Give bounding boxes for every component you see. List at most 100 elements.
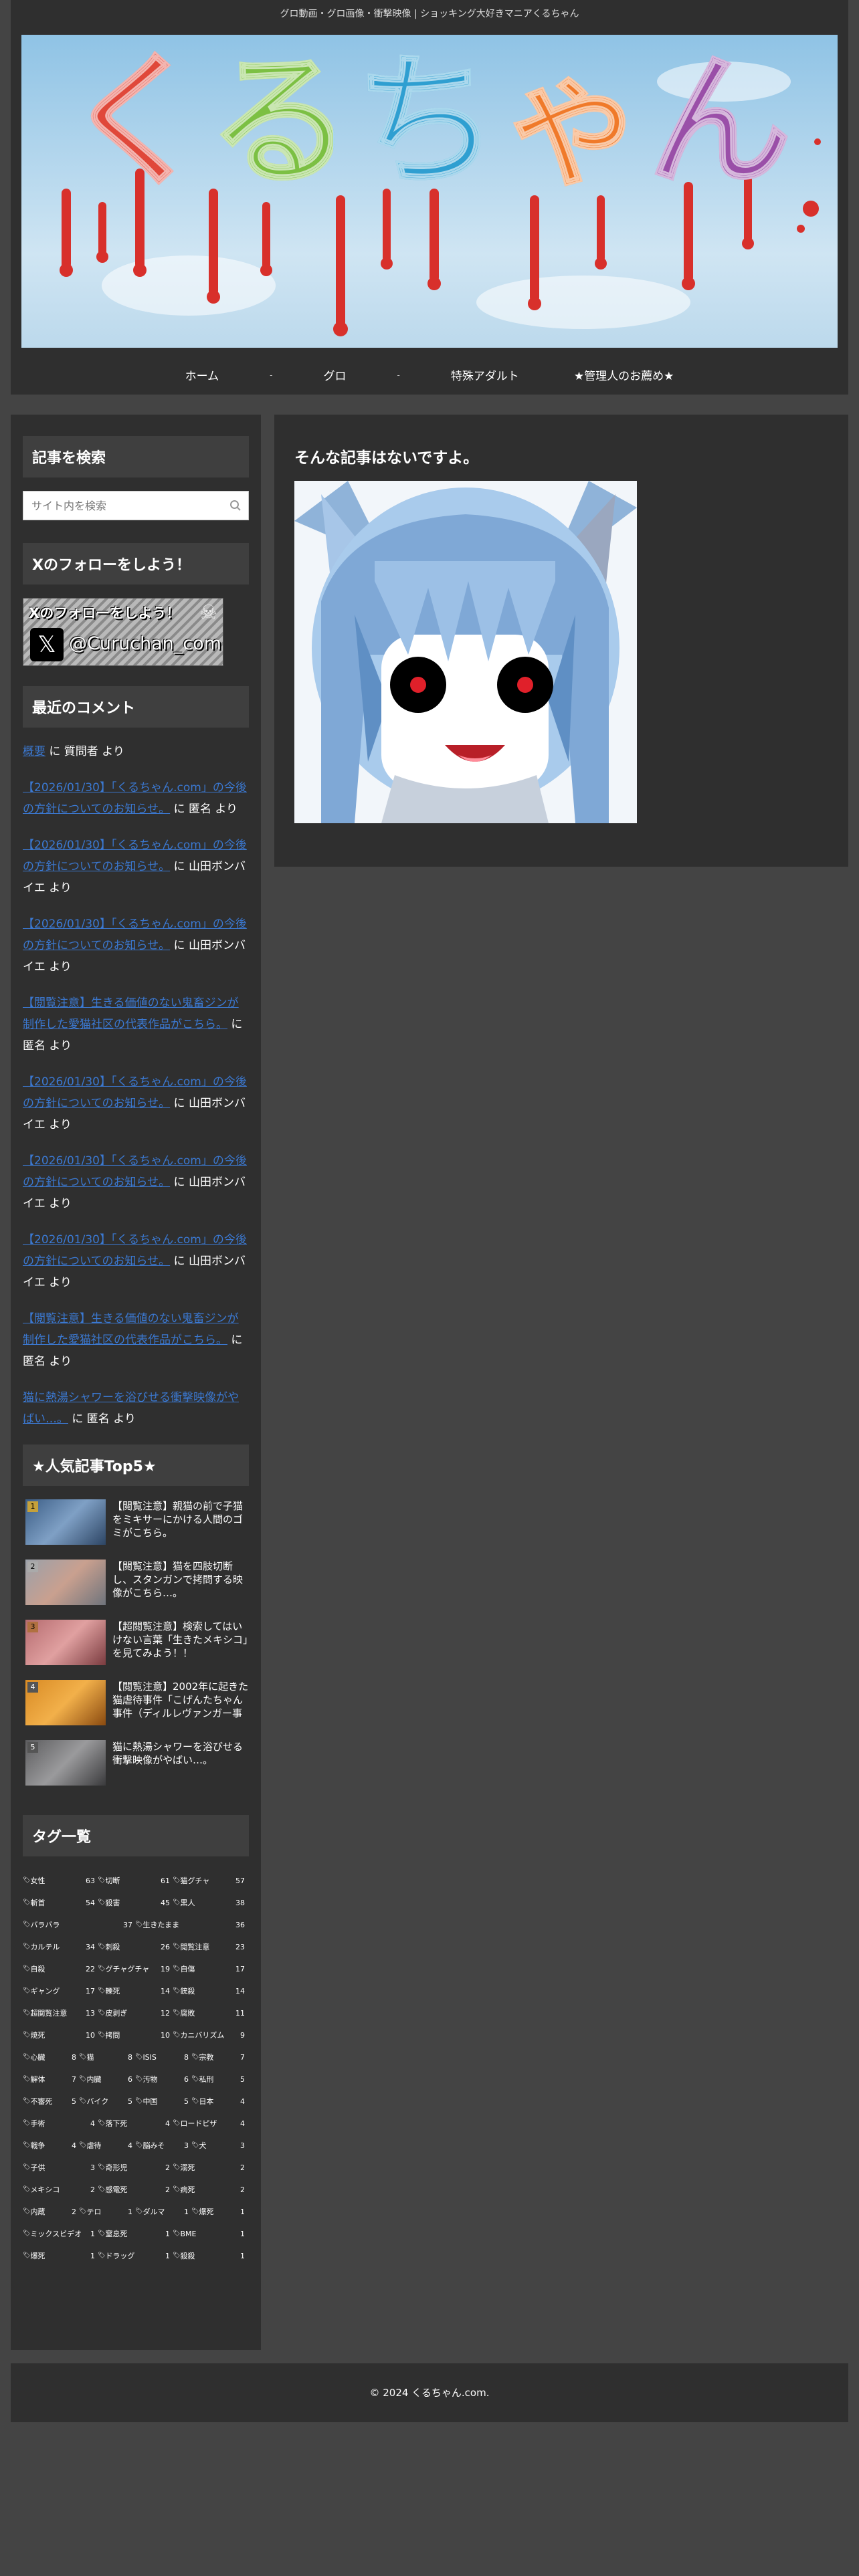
tag-link[interactable]: 🏷 バラバラ 37 xyxy=(23,1914,135,1936)
popular-thumb[interactable]: 4 xyxy=(25,1680,106,1725)
tag-link[interactable]: 🏷 殺害 45 xyxy=(98,1892,173,1914)
tag-link[interactable]: 🏷 汚物 6 xyxy=(135,2068,191,2090)
tag-link[interactable]: 🏷 ISIS 8 xyxy=(135,2046,191,2068)
tag-link[interactable]: 🏷 焼死 10 xyxy=(23,2024,98,2046)
popular-title[interactable]: 【閲覧注意】2002年に起きた猫虐待事件「こげんたちゃん事件（ディルレヴァンガー… xyxy=(112,1680,249,1721)
tag-link[interactable]: 🏷 内臓 6 xyxy=(79,2068,135,2090)
tag-link[interactable]: 🏷 自殺 22 xyxy=(23,1958,98,1980)
nav-item-special-adult[interactable]: 特殊アダルト xyxy=(447,366,523,383)
tag-link[interactable]: 🏷 虐待 4 xyxy=(79,2135,135,2157)
tag-link[interactable]: 🏷 奇形児 2 xyxy=(98,2157,173,2179)
search-input[interactable] xyxy=(23,492,248,520)
tag-name: ギャング xyxy=(30,1987,60,1996)
popular-item[interactable]: 2 【閲覧注意】猫を四肢切断し、スタンガンで拷問する映像がこちら…。 xyxy=(25,1560,249,1612)
tag-link[interactable]: 🏷 テロ 1 xyxy=(79,2201,135,2223)
tag-count: 7 xyxy=(72,2075,76,2084)
tag-link[interactable]: 🏷 皮剥ぎ 12 xyxy=(98,2002,173,2024)
tag-link[interactable]: 🏷 超閲覧注意 13 xyxy=(23,2002,98,2024)
tag-count: 23 xyxy=(235,1943,245,1951)
popular-item[interactable]: 4 【閲覧注意】2002年に起きた猫虐待事件「こげんたちゃん事件（ディルレヴァンガ… xyxy=(25,1680,249,1732)
x-follow-banner[interactable]: Xのフォローをしよう！ ☠ 𝕏 @Curuchan_com xyxy=(23,598,223,666)
tag-link[interactable]: 🏷 バイク 5 xyxy=(79,2090,135,2113)
popular-item[interactable]: 5 猫に熱湯シャワーを浴びせる衝撃映像がやばい…。 xyxy=(25,1740,249,1792)
nav-item-guro[interactable]: グロ xyxy=(320,366,351,383)
popular-thumb[interactable]: 1 xyxy=(25,1499,106,1545)
popular-title[interactable]: 【超閲覧注意】検索してはいけない言葉「生きたメキシコ」を見てみよう！！ xyxy=(112,1620,249,1661)
comment-post-link[interactable]: 【閲覧注意】生きる価値のない鬼畜ジンが制作した愛猫社区の代表作品がこちら。 xyxy=(23,1312,239,1347)
tag-link[interactable]: 🏷 脳みそ 3 xyxy=(135,2135,191,2157)
tag-link[interactable]: 🏷 犬 3 xyxy=(191,2135,248,2157)
tag-link[interactable]: 🏷 手術 4 xyxy=(23,2113,98,2135)
tag-link[interactable]: 🏷 子供 3 xyxy=(23,2157,98,2179)
tag-icon: 🏷 xyxy=(173,2230,181,2237)
search-icon[interactable] xyxy=(229,500,242,512)
tag-link[interactable]: 🏷 内蔵 2 xyxy=(23,2201,79,2223)
tag-link[interactable]: 🏷 斬首 54 xyxy=(23,1892,98,1914)
tag-link[interactable]: 🏷 ドラッグ 1 xyxy=(98,2245,173,2267)
tag-link[interactable]: 🏷 黒人 38 xyxy=(173,1892,248,1914)
tag-link[interactable]: 🏷 拷問 10 xyxy=(98,2024,173,2046)
tag-link[interactable]: 🏷 刺殺 26 xyxy=(98,1936,173,1958)
tag-link[interactable]: 🏷 切断 61 xyxy=(98,1870,173,1892)
tag-link[interactable]: 🏷 自傷 17 xyxy=(173,1958,248,1980)
popular-thumb[interactable]: 3 xyxy=(25,1620,106,1665)
popular-title[interactable]: 【閲覧注意】猫を四肢切断し、スタンガンで拷問する映像がこちら…。 xyxy=(112,1560,249,1601)
nav-item-home[interactable]: ホーム xyxy=(181,366,223,383)
tag-link[interactable]: 🏷 女性 63 xyxy=(23,1870,98,1892)
tag-link[interactable]: 🏷 グチャグチャ 19 xyxy=(98,1958,173,1980)
tag-name: 切断 xyxy=(105,1876,120,1885)
tag-link[interactable]: 🏷 戦争 4 xyxy=(23,2135,79,2157)
tag-link[interactable]: 🏷 解体 7 xyxy=(23,2068,79,2090)
tag-name: 皮剥ぎ xyxy=(105,2009,128,2018)
tag-link[interactable]: 🏷 カルテル 34 xyxy=(23,1936,98,1958)
nav-item-recommend[interactable]: ★管理人のお薦め★ xyxy=(570,366,678,383)
tag-link[interactable]: 🏷 BME 1 xyxy=(173,2223,248,2245)
tag-link[interactable]: 🏷 病死 2 xyxy=(173,2179,248,2201)
tag-link[interactable]: 🏷 中国 5 xyxy=(135,2090,191,2113)
tag-link[interactable]: 🏷 ギャング 17 xyxy=(23,1980,98,2002)
tag-link[interactable]: 🏷 溺死 2 xyxy=(173,2157,248,2179)
tag-link[interactable]: 🏷 心臓 8 xyxy=(23,2046,79,2068)
tag-name: 焼死 xyxy=(30,2031,45,2040)
popular-title[interactable]: 【閲覧注意】親猫の前で子猫をミキサーにかける人間のゴミがこちら。 xyxy=(112,1499,249,1541)
comment-post-link[interactable]: 概要 xyxy=(23,745,45,758)
tag-row: 🏷 不審死 5 🏷 バイク 5 🏷 中国 5 🏷 日本 4 xyxy=(23,2090,249,2113)
tag-link[interactable]: 🏷 ミックスビデオ 1 xyxy=(23,2223,98,2245)
tag-link[interactable]: 🏷 爆死 1 xyxy=(23,2245,98,2267)
tag-link[interactable]: 🏷 ロードピザ 4 xyxy=(173,2113,248,2135)
popular-thumb[interactable]: 5 xyxy=(25,1740,106,1786)
tag-link[interactable]: 🏷 不審死 5 xyxy=(23,2090,79,2113)
site-logo-text: くるちゃん xyxy=(28,40,831,203)
tag-link[interactable]: 🏷 腐敗 11 xyxy=(173,2002,248,2024)
tag-link[interactable]: 🏷 轢死 14 xyxy=(98,1980,173,2002)
tag-link[interactable]: 🏷 猫グチャ 57 xyxy=(173,1870,248,1892)
tag-link[interactable]: 🏷 宗教 7 xyxy=(191,2046,248,2068)
tag-icon: 🏷 xyxy=(23,2230,31,2237)
skull-icon: ☠ xyxy=(199,601,217,625)
tag-link[interactable]: 🏷 爆死 1 xyxy=(191,2201,248,2223)
tag-link[interactable]: 🏷 カニバリズム 9 xyxy=(173,2024,248,2046)
tag-link[interactable]: 🏷 生きたまま 36 xyxy=(135,1914,248,1936)
comment-post-link[interactable]: 【閲覧注意】生きる価値のない鬼畜ジンが制作した愛猫社区の代表作品がこちら。 xyxy=(23,996,239,1031)
tag-link[interactable]: 🏷 窒息死 1 xyxy=(98,2223,173,2245)
rank-badge: 5 xyxy=(27,1742,38,1753)
tag-link[interactable]: 🏷 ダルマ 1 xyxy=(135,2201,191,2223)
comment-item: 猫に熱湯シャワーを浴びせる衝撃映像がやばい…。 に 匿名 より xyxy=(23,1387,249,1430)
tag-link[interactable]: 🏷 日本 4 xyxy=(191,2090,248,2113)
popular-item[interactable]: 1 【閲覧注意】親猫の前で子猫をミキサーにかける人間のゴミがこちら。 xyxy=(25,1499,249,1551)
tag-count: 1 xyxy=(240,2252,245,2260)
tag-link[interactable]: 🏷 私刑 5 xyxy=(191,2068,248,2090)
tag-link[interactable]: 🏷 閲覧注意 23 xyxy=(173,1936,248,1958)
popular-item[interactable]: 3 【超閲覧注意】検索してはいけない言葉「生きたメキシコ」を見てみよう！！ xyxy=(25,1620,249,1672)
tag-link[interactable]: 🏷 殺殺 1 xyxy=(173,2245,248,2267)
popular-title[interactable]: 猫に熱湯シャワーを浴びせる衝撃映像がやばい…。 xyxy=(112,1740,249,1782)
comment-item: 【2026/01/30】「くるちゃん.com」の今後の方針についてのお知らせ。 … xyxy=(23,914,249,978)
tag-link[interactable]: 🏷 感電死 2 xyxy=(98,2179,173,2201)
popular-thumb[interactable]: 2 xyxy=(25,1560,106,1605)
tag-link[interactable]: 🏷 落下死 4 xyxy=(98,2113,173,2135)
tag-icon: 🏷 xyxy=(79,2098,87,2105)
header-banner[interactable]: くるちゃん xyxy=(21,35,838,348)
tag-link[interactable]: 🏷 メキシコ 2 xyxy=(23,2179,98,2201)
tag-link[interactable]: 🏷 猫 8 xyxy=(79,2046,135,2068)
tag-link[interactable]: 🏷 銃殺 14 xyxy=(173,1980,248,2002)
